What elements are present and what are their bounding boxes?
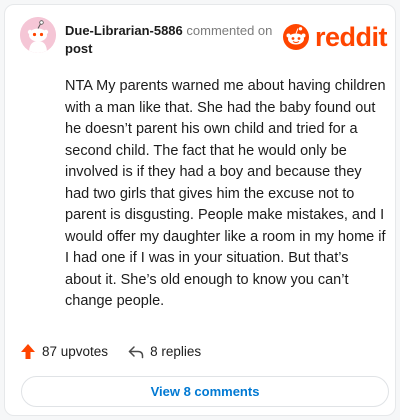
- upvote-count: 87 upvotes: [42, 344, 109, 359]
- upvote-button[interactable]: 87 upvotes: [20, 343, 108, 360]
- reddit-logo[interactable]: reddit: [283, 22, 388, 52]
- upvote-arrow-icon: [21, 344, 35, 359]
- comment-body: NTA My parents warned me about having ch…: [65, 78, 386, 309]
- comment-actions: 87 upvotes 8 replies: [20, 343, 201, 360]
- reddit-wordmark: reddit: [315, 22, 388, 52]
- comment-meta: Due-Librarian-5886 commented on post: [65, 22, 275, 58]
- view-comments-button[interactable]: View 8 comments: [21, 376, 389, 407]
- replies-count: 8 replies: [150, 344, 202, 359]
- username-link[interactable]: Due-Librarian-5886: [65, 23, 183, 38]
- snoo-avatar-icon: [20, 17, 56, 53]
- post-link[interactable]: post: [65, 41, 92, 56]
- commented-on-text: commented on: [186, 23, 273, 38]
- reddit-snoo-icon: [283, 24, 309, 50]
- replies-button[interactable]: 8 replies: [128, 344, 201, 359]
- avatar[interactable]: [20, 17, 56, 53]
- reply-arrow-icon: [128, 345, 144, 358]
- comment-card: Due-Librarian-5886 commented on post red…: [4, 4, 396, 416]
